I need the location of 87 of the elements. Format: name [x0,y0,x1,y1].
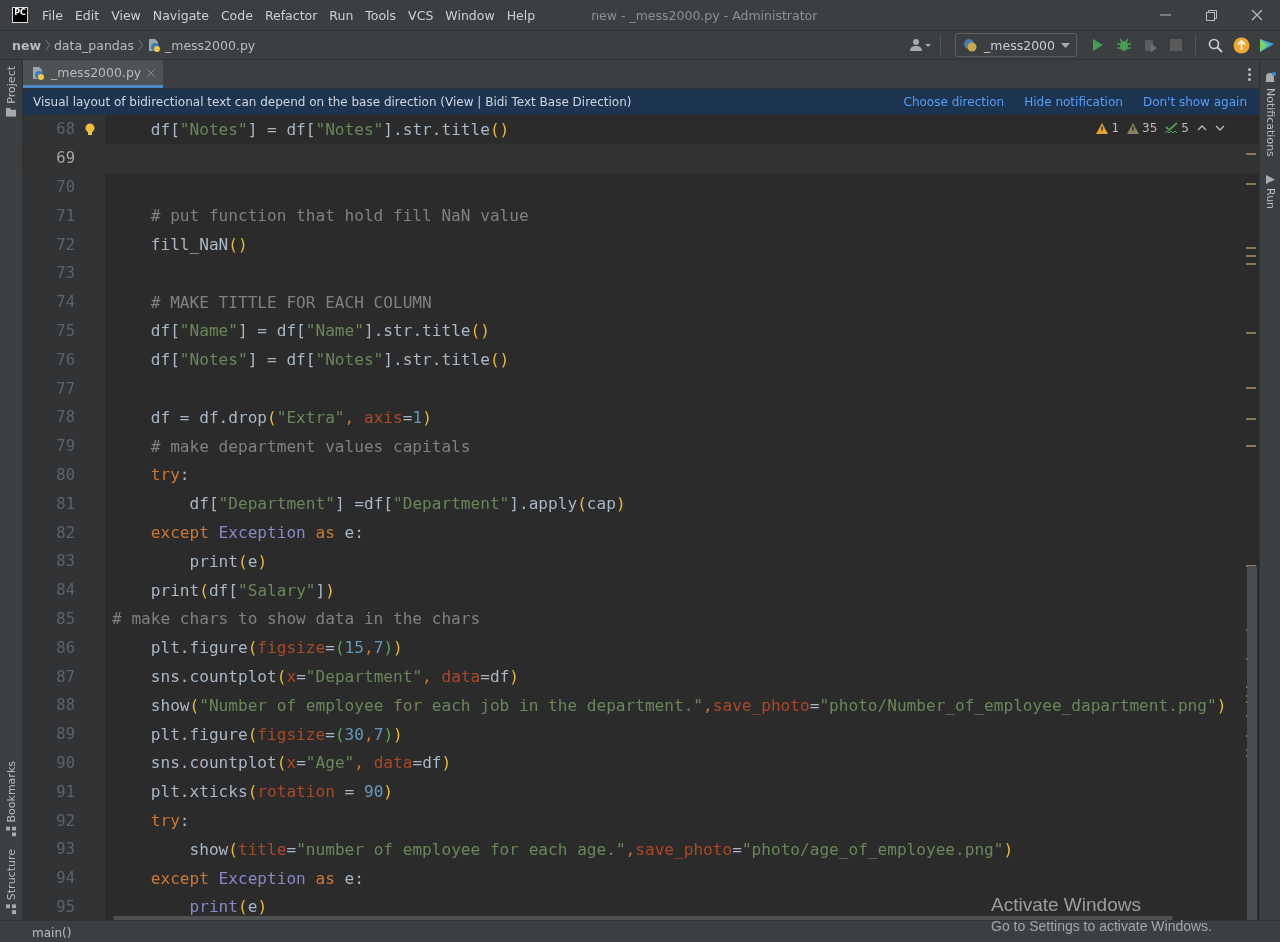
breadcrumb[interactable]: new [12,37,41,53]
code-line: try: [149,465,190,485]
scrollbar-thumb[interactable] [1247,566,1257,920]
python-file-icon [146,38,161,52]
menu-item[interactable]: VCS [402,3,440,27]
tool-icon [6,904,16,914]
folder-icon [6,107,16,117]
code-line: print(e) [188,551,268,571]
code-line: fill_NaN() [149,235,248,255]
code-line: except Exception as e: [149,868,364,888]
bug-icon[interactable] [1117,38,1131,52]
status-breadcrumb[interactable]: main() [32,926,72,940]
inspection-count[interactable]: 1 [1111,121,1120,135]
code-line: sns.countplot(x="Department", data=df) [149,667,520,687]
update-icon[interactable] [1232,36,1250,54]
code-line: # make chars to show data in the chars [111,609,481,629]
tool-window-button[interactable]: Run [1263,170,1277,213]
menu-item[interactable]: Window [439,3,501,27]
menu-item[interactable]: Help [500,3,542,27]
menu-item[interactable]: View [105,3,147,27]
code-line: df["Notes"] = df["Notes"].str.title() [149,350,510,370]
menu-item[interactable]: Run [323,3,360,27]
python-file-icon [31,65,45,80]
tool-window-button[interactable]: Notifications [1263,68,1277,161]
chevron-icon [44,39,50,51]
more-icon[interactable] [1248,67,1251,81]
code-line: df["Name"] = df["Name"].str.title() [149,321,490,341]
activation-title: Activate Windows [991,894,1142,916]
code-line: # make department values capitals [149,436,471,456]
tool-icon [6,826,16,837]
code-with-me-icon[interactable] [1259,37,1275,53]
code-line: show("Number of employee for each job in the department.",save_photo="photo/Number_of_employee_dapartment.png") [149,695,1227,715]
run-configuration-dropdown[interactable]: _mess2000 [955,33,1077,57]
tool-window-button[interactable]: Structure [0,842,22,920]
breadcrumb[interactable]: data_pandas [53,37,134,53]
code-line: plt.figure(figsize=(30,7)) [149,724,403,744]
menu-item[interactable]: Code [214,3,259,27]
inspection-count[interactable]: 35 [1142,121,1158,135]
code-line: plt.figure(figsize=(15,7)) [149,638,403,658]
warning-icon [1096,122,1109,134]
menu-item[interactable]: Edit [68,3,106,27]
app-logo: PC [12,7,28,23]
code-line: df["Department"] =df["Department"].apply(cap) [188,494,626,514]
run-icon [1265,174,1275,184]
code-line: # MAKE TITTLE FOR EACH COLUMN [149,292,432,312]
editor-tab[interactable]: _mess2000.py [23,60,164,88]
coverage-icon[interactable] [1142,37,1158,53]
bell-icon [1264,72,1276,84]
breadcrumb[interactable]: _mess2000.py [164,37,256,53]
lightbulb-icon[interactable] [85,122,95,136]
code-line: print(e) [188,897,268,917]
menu-item[interactable]: Navigate [146,3,215,27]
code-line: # put function that hold fill NaN value [149,206,529,226]
restore-icon[interactable] [1205,9,1217,21]
search-icon[interactable] [1207,37,1223,53]
code-line: df["Notes"] = df["Notes"].str.title() [149,119,510,139]
code-line: try: [149,811,190,830]
code-line: sns.countplot(x="Age", data=df) [149,753,452,773]
code-line: df = df.drop("Extra", axis=1) [149,407,432,427]
line-number: 69 [55,149,75,168]
menu-item[interactable]: File [36,3,69,27]
menu-item[interactable]: Tools [359,3,403,27]
activation-text: Go to Settings to activate Windows. [991,918,1212,934]
code-line: plt.xticks(rotation = 90) [149,782,394,802]
chevron-icon [137,39,143,51]
code-line: except Exception as e: [149,523,364,543]
window-title: new - _mess2000.py - Administrator [591,7,819,23]
typo-check-icon [1165,122,1179,134]
notification-link[interactable]: Don't show again [1142,95,1247,109]
next-icon[interactable] [1215,125,1225,131]
menu-item[interactable]: Refactor [258,3,324,27]
tool-window-button[interactable]: Project [0,60,22,123]
code-line: show(title="number of employee for each age.",save_photo="photo/age_of_employee.png") [188,839,1014,859]
user-icon[interactable] [910,38,933,52]
python-icon [962,37,979,53]
close-icon[interactable] [1251,9,1263,21]
notification-link[interactable]: Hide notification [1024,95,1123,109]
notification-text: Visual layout of bidirectional text can depend on the base direction (View | Bidi Text Base Direction) [33,95,633,109]
run-icon[interactable] [1092,38,1104,52]
notification-link[interactable]: Choose direction [903,95,1005,109]
code-line: print(df["Salary"]) [149,580,335,600]
previous-icon[interactable] [1197,125,1207,131]
inspection-count[interactable]: 5 [1181,121,1189,135]
minimize-icon[interactable] [1159,14,1171,16]
caret-icon [1061,42,1070,48]
tool-window-button[interactable]: Bookmarks [0,755,22,843]
warning-icon [1127,122,1140,134]
